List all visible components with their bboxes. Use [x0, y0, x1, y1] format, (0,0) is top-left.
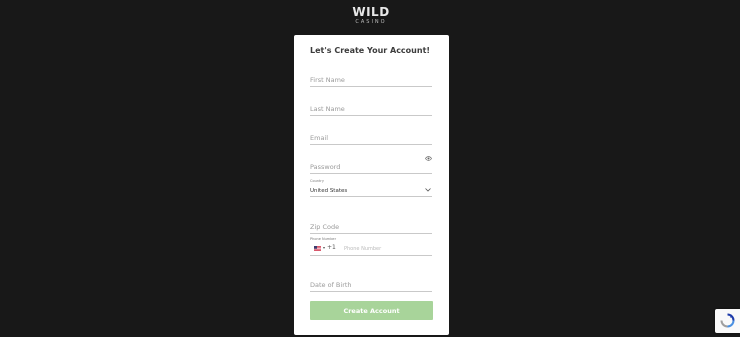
country-value: United States	[310, 188, 348, 194]
country-label: Country	[310, 179, 324, 183]
first-name-input[interactable]	[310, 74, 432, 86]
phone-label: Phone Number	[310, 237, 337, 241]
caret-down-icon[interactable]: ▾	[323, 245, 325, 250]
email-field	[310, 125, 432, 145]
us-flag-icon[interactable]	[314, 246, 321, 251]
zip-code-field	[310, 214, 432, 234]
wild-casino-logo[interactable]: WILD CASINO	[350, 6, 392, 28]
logo-wordmark: WILD	[352, 5, 390, 19]
last-name-input[interactable]	[310, 103, 432, 115]
dial-code: +1	[327, 244, 336, 251]
phone-input[interactable]	[344, 244, 430, 253]
country-select[interactable]: United States	[310, 186, 432, 197]
first-name-field	[310, 67, 432, 87]
phone-field: ▾ +1	[310, 242, 432, 256]
chevron-down-icon	[425, 188, 431, 192]
date-of-birth-input[interactable]	[310, 279, 432, 291]
zip-code-input[interactable]	[310, 221, 432, 233]
email-input[interactable]	[310, 132, 432, 144]
logo-subtitle: CASINO	[355, 19, 387, 25]
form-title: Let's Create Your Account!	[310, 46, 431, 55]
date-of-birth-field	[310, 272, 432, 292]
create-account-button[interactable]: Create Account	[310, 301, 433, 320]
password-input[interactable]	[310, 161, 432, 173]
password-field	[310, 154, 432, 174]
last-name-field	[310, 96, 432, 116]
recaptcha-icon	[720, 313, 735, 328]
signup-form-card: Let's Create Your Account! Country Unite…	[294, 35, 449, 335]
eye-icon[interactable]	[425, 156, 432, 161]
recaptcha-badge[interactable]	[715, 309, 740, 333]
